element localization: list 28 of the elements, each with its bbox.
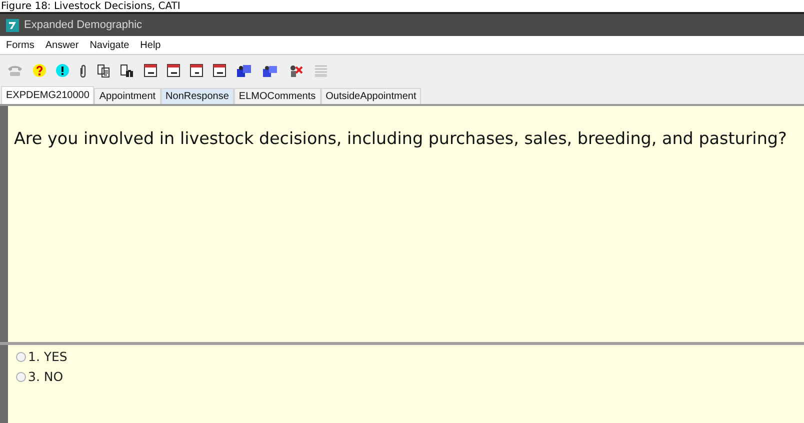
form-icon[interactable] [144,64,157,77]
figure-caption: Figure 18: Livestock Decisions, CATI [0,1,180,12]
window-title: Expanded Demographic [24,18,142,33]
radio-button[interactable] [16,372,26,382]
menu-item[interactable]: Help [140,38,161,52]
help-icon[interactable] [33,64,46,77]
alert-icon[interactable] [56,64,69,77]
radio-button[interactable] [16,352,26,362]
menu-item[interactable]: Answer [45,38,79,52]
option-label: 1. YES [28,348,68,366]
menu-item[interactable]: Forms [6,38,34,52]
tab[interactable]: ELMOComments [234,88,321,104]
menu-item[interactable]: Navigate [90,38,130,52]
tab[interactable]: NonResponse [160,88,234,104]
people-icon[interactable] [262,64,278,78]
tab[interactable]: OutsideAppointment [320,88,422,104]
option-label: 3. NO [28,368,64,386]
question-text: Are you involved in livestock decisions, including purchases, sales, breeding, and pasturing? [14,127,788,150]
paperclip-icon[interactable] [79,64,87,78]
form-icon[interactable] [167,64,180,77]
tab[interactable]: Appointment [94,88,161,104]
copy-document-icon[interactable] [97,64,110,78]
form-icon[interactable] [213,64,226,77]
people-icon[interactable] [236,64,252,78]
form-icon[interactable] [190,64,203,77]
person-cross-icon[interactable] [288,64,304,78]
tab[interactable]: EXPDEMG210000 [1,86,94,104]
app-icon [6,18,19,32]
